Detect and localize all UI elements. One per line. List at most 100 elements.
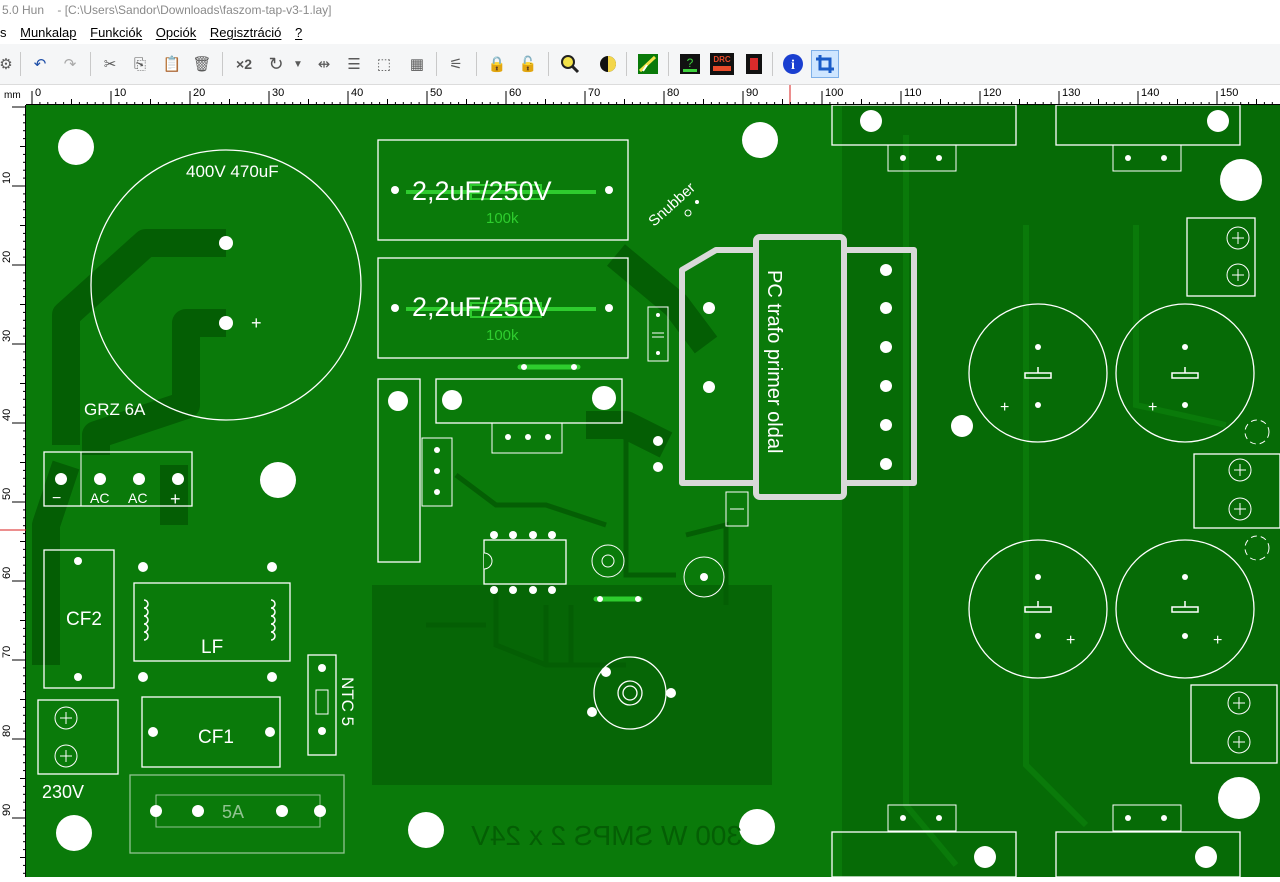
toolbar-separator (90, 52, 91, 76)
board-text-mirrored: 300 W SMPS 2 x 24V (471, 820, 742, 851)
file-path: - [C:\Users\Sandor\Downloads\faszom-tap-… (57, 3, 332, 17)
svg-text:DRC: DRC (713, 55, 731, 64)
term-ac1: AC (90, 490, 109, 506)
cap-x1-label: 2,2uF/250V (412, 176, 552, 206)
ruler-label: 20 (1, 251, 13, 263)
paste-icon[interactable]: 📋 (160, 52, 184, 76)
ruler-label: 30 (1, 330, 13, 342)
drc-icon[interactable]: DRC (710, 52, 734, 76)
toolbar-separator (626, 52, 627, 76)
app-title: 5.0 Hun (2, 3, 45, 17)
ruler-label: 60 (1, 567, 13, 579)
ruler-label: 0 (35, 87, 41, 99)
rotate-icon[interactable]: ↻ (264, 52, 288, 76)
svg-text:+: + (251, 313, 262, 333)
ruler-label: 110 (904, 87, 922, 99)
cap-main-label: 400V 470uF (186, 162, 279, 181)
ruler-label: 70 (1, 646, 13, 658)
gear-icon[interactable]: ⚙ (0, 52, 18, 76)
ruler-top[interactable]: mm 0 10 20 30 40 50 60 70 80 90 100 110 120 130 140 150 (0, 85, 1280, 105)
svg-text:+: + (1213, 632, 1222, 649)
svg-text:+: + (1066, 632, 1075, 649)
ruler-label: 40 (1, 409, 13, 421)
ruler-label: 80 (667, 87, 679, 99)
lf-label: LF (201, 637, 223, 658)
svg-text:+: + (1000, 399, 1009, 416)
ruler-label: 50 (430, 87, 442, 99)
macro-icon[interactable]: ⚟ (444, 52, 468, 76)
bridge-label: GRZ 6A (84, 400, 146, 419)
ruler-label: 30 (272, 87, 284, 99)
res1-label: 100k (486, 210, 519, 227)
pcb-canvas[interactable]: + 400V 470uF GRZ 6A − AC AC + 2,2uF/250V… (26, 104, 1280, 882)
ruler-label: 70 (588, 87, 600, 99)
menu-item-munkalap[interactable]: Munkalap (15, 22, 81, 44)
copper-pour-lower (372, 585, 772, 785)
grid-icon[interactable]: ▦ (405, 52, 429, 76)
group-icon[interactable]: ⬚ (372, 52, 396, 76)
align-icon[interactable]: ☰ (342, 52, 366, 76)
ruler-label: 140 (1141, 87, 1159, 99)
ruler-label: 80 (1, 725, 13, 737)
crop-icon[interactable] (811, 50, 839, 78)
ruler-label: 90 (1, 804, 13, 816)
toolbar-separator (668, 52, 669, 76)
svg-text:+: + (1148, 399, 1157, 416)
ruler-label: 100 (825, 87, 843, 99)
lock-icon[interactable]: 🔒 (485, 52, 509, 76)
cap-x2-label: 2,2uF/250V (412, 292, 552, 322)
ntc-label: NTC 5 (338, 677, 357, 726)
mirror-icon[interactable]: ⇹ (312, 52, 336, 76)
redo-icon[interactable]: ↷ (58, 52, 82, 76)
res2-label: 100k (486, 327, 519, 344)
ruler-label: 120 (983, 87, 1001, 99)
ruler-label: 90 (746, 87, 758, 99)
cf2-label: CF2 (66, 609, 102, 630)
pcb-drawing[interactable]: + 400V 470uF GRZ 6A − AC AC + 2,2uF/250V… (26, 104, 1280, 878)
dropdown-icon[interactable]: ▼ (286, 52, 310, 76)
toolbar-separator (772, 52, 773, 76)
ruler-label: 130 (1062, 87, 1080, 99)
unlock-icon[interactable]: 🔓 (516, 52, 540, 76)
ruler-label: 50 (1, 488, 13, 500)
ruler-left[interactable]: 10 20 30 40 50 60 70 80 90 (0, 105, 26, 877)
menu-bar: s Munkalap Funkciók Opciók Regisztráció … (0, 22, 1280, 44)
duplicate-icon[interactable]: ×2 (232, 52, 256, 76)
test-icon[interactable]: ? (678, 52, 702, 76)
term-ac2: AC (128, 490, 147, 506)
mains-label: 230V (42, 782, 84, 802)
term-plus: + (170, 489, 181, 509)
ruler-label: 150 (1220, 87, 1238, 99)
ruler-label: 10 (114, 87, 126, 99)
toolbar-separator (476, 52, 477, 76)
menu-item-opciok[interactable]: Opciók (151, 22, 201, 44)
svg-text:i: i (791, 58, 795, 73)
ruler-label: 20 (193, 87, 205, 99)
copy-icon[interactable]: ⎘ (128, 52, 152, 76)
undo-icon[interactable]: ↶ (28, 52, 52, 76)
mask-icon[interactable] (596, 52, 620, 76)
menu-item-funkciok[interactable]: Funkciók (85, 22, 147, 44)
cut-icon[interactable]: ✂ (98, 52, 122, 76)
toolbar-separator (436, 52, 437, 76)
ruler-label: 60 (509, 87, 521, 99)
fuse-label: 5A (222, 802, 244, 822)
toolbar-separator (222, 52, 223, 76)
info-icon[interactable]: i (781, 52, 805, 76)
autoroute-icon[interactable] (636, 52, 660, 76)
delete-icon[interactable]: 🗑 (190, 52, 214, 76)
ruler-label: 40 (351, 87, 363, 99)
macro-library-icon[interactable] (742, 52, 766, 76)
ruler-label: 10 (1, 172, 13, 184)
cf1-label: CF1 (198, 727, 234, 748)
zoom-icon[interactable] (558, 52, 582, 76)
toolbar: ⚙ ↶ ↷ ✂ ⎘ 📋 🗑 ×2 ↻ ▼ ⇹ ☰ ⬚ ▦ ⚟ 🔒 🔓 ? DRC… (0, 44, 1280, 85)
toolbar-separator (548, 52, 549, 76)
term-minus: − (52, 490, 61, 507)
toolbar-separator (20, 52, 21, 76)
menu-item-help[interactable]: ? (290, 22, 307, 44)
svg-text:?: ? (687, 56, 694, 70)
trafo-label: PC trafo primer oldal (763, 270, 785, 453)
menu-item-regisztracio[interactable]: Regisztráció (205, 22, 287, 44)
menu-item-file[interactable]: s (0, 22, 12, 44)
